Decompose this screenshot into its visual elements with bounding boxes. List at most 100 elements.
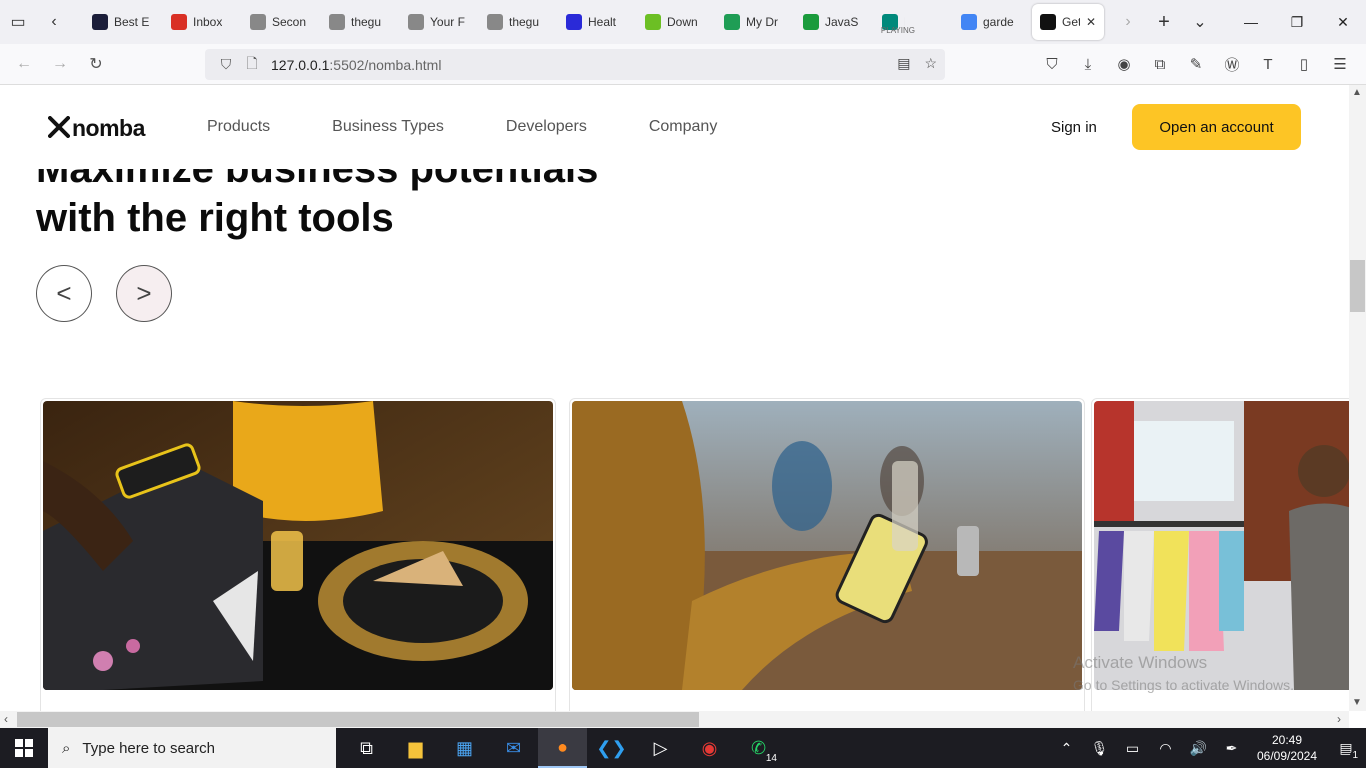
browser-tab[interactable]: Down: [637, 4, 716, 40]
taskbar-search-placeholder: Type here to search: [82, 739, 215, 757]
close-window-icon[interactable]: ✕: [1320, 14, 1366, 31]
scroll-right-icon[interactable]: ›: [1337, 712, 1341, 726]
nomba-x-icon: [48, 115, 70, 142]
pocket-icon[interactable]: ⛉: [1034, 48, 1070, 80]
browser-tab[interactable]: MeetPLAYING: [874, 4, 953, 40]
horizontal-scroll-thumb[interactable]: [17, 712, 699, 727]
tabs-scroll-left-icon[interactable]: ‹: [36, 4, 72, 40]
bookmark-star-icon[interactable]: ☆: [924, 55, 937, 72]
sign-in-link[interactable]: Sign in: [1051, 119, 1097, 136]
google-icon: [961, 14, 977, 30]
windows-taskbar: ⌕ Type here to search ⧉ ▆ ▦ ✉ ● ❮❯ ▷ ◉ ✆…: [0, 728, 1366, 768]
url-path: :5502/nomba.html: [329, 56, 442, 73]
close-tab-icon[interactable]: ✕: [1086, 15, 1096, 29]
clock[interactable]: 20:49 06/09/2024: [1248, 732, 1326, 764]
address-bar[interactable]: ⛉ 🗋 127.0.0.1:5502/nomba.html ▤ ☆: [205, 49, 945, 80]
menu-icon[interactable]: ☰: [1322, 48, 1358, 80]
browser-tab[interactable]: JavaS: [795, 4, 874, 40]
wifi-icon[interactable]: ◠: [1149, 740, 1182, 757]
carousel-prev-button[interactable]: <: [36, 265, 92, 322]
restore-icon[interactable]: ❐: [1274, 14, 1320, 31]
notifications-icon[interactable]: ▤ 1: [1326, 740, 1366, 761]
minimize-icon[interactable]: —: [1228, 14, 1274, 30]
notification-badge: 1: [1350, 749, 1360, 761]
taskbar-search[interactable]: ⌕ Type here to search: [48, 728, 336, 768]
store-icon[interactable]: ▦: [440, 728, 489, 768]
toolbar-icons: ⛉ ⤓ ◉ ⧉ ✎ Ⓦ T ▯ ☰: [1034, 48, 1358, 80]
battery-icon[interactable]: ▭: [1116, 740, 1149, 757]
text-extension-icon[interactable]: T: [1250, 48, 1286, 80]
new-tab-icon[interactable]: +: [1146, 4, 1182, 40]
vertical-scroll-thumb[interactable]: [1350, 260, 1365, 312]
browser-tab[interactable]: Best E: [84, 4, 163, 40]
horizontal-scrollbar[interactable]: ‹ ›: [0, 711, 1349, 728]
browser-tab[interactable]: My Dr: [716, 4, 795, 40]
carousel-card[interactable]: [569, 398, 1085, 711]
vertical-scrollbar[interactable]: ▲ ▼: [1349, 85, 1366, 711]
whatsapp-icon[interactable]: ✆ 14: [734, 728, 783, 768]
back-icon[interactable]: ←: [6, 46, 42, 82]
list-all-tabs-icon[interactable]: ⌄: [1182, 4, 1218, 40]
microphone-icon[interactable]: 🎙: [1083, 740, 1116, 757]
carousel-next-button[interactable]: >: [116, 265, 172, 322]
tray-chevron-icon[interactable]: ⌃: [1050, 740, 1083, 757]
task-view-icon[interactable]: ⧉: [342, 728, 391, 768]
record-icon[interactable]: ◉: [685, 728, 734, 768]
extensions-icon[interactable]: ⧉: [1142, 48, 1178, 80]
carousel-card[interactable]: [40, 398, 556, 711]
browser-tab-label: Healt: [588, 15, 617, 29]
circle-icon: [566, 14, 582, 30]
browser-tab-label: Secon: [272, 15, 307, 29]
scroll-up-icon[interactable]: ▲: [1352, 87, 1362, 98]
browser-tab[interactable]: Get ✕: [1032, 4, 1104, 40]
browser-tab[interactable]: garde: [953, 4, 1032, 40]
download-icon: [645, 14, 661, 30]
site-header: nomba Products Business Types Developers…: [0, 85, 1349, 169]
restaurant-payment-image: [43, 401, 553, 690]
nomba-icon: [1040, 14, 1056, 30]
volume-icon[interactable]: 🔊: [1182, 740, 1215, 757]
open-account-button[interactable]: Open an account: [1132, 104, 1301, 150]
firefox-icon[interactable]: ●: [538, 728, 587, 768]
scroll-left-icon[interactable]: ‹: [4, 712, 8, 726]
file-explorer-icon[interactable]: ▆: [391, 728, 440, 768]
watermark-subtitle: Go to Settings to activate Windows.: [1073, 677, 1294, 693]
page-info-icon[interactable]: 🗋: [239, 53, 265, 77]
media-player-icon[interactable]: ▷: [636, 728, 685, 768]
menu-company[interactable]: Company: [649, 118, 717, 136]
browser-tab[interactable]: Secon: [242, 4, 321, 40]
shield-icon[interactable]: ⛉: [213, 56, 239, 73]
pen-icon[interactable]: ✒: [1215, 740, 1248, 757]
browser-tab-label: Best E: [114, 15, 150, 29]
tabs-scroll-right-icon[interactable]: ›: [1110, 4, 1146, 40]
menu-business-types[interactable]: Business Types: [332, 118, 444, 136]
github-icon: [487, 14, 503, 30]
sidebar-icon[interactable]: ▯: [1286, 48, 1322, 80]
nomba-logo[interactable]: nomba: [48, 115, 145, 142]
browser-tab-bar: ▭ ‹ Best E Inbox Secon thegu Your F thegu Heal…: [0, 0, 1366, 44]
windows-start-icon[interactable]: [0, 728, 48, 768]
forward-icon[interactable]: →: [42, 46, 78, 82]
drive-icon: [724, 14, 740, 30]
reader-view-icon[interactable]: ▤: [897, 55, 910, 72]
downloads-icon[interactable]: ⤓: [1070, 48, 1106, 80]
vscode-icon[interactable]: ❮❯: [587, 728, 636, 768]
tab-overview-icon[interactable]: ▭: [0, 4, 36, 40]
browser-tab-label: thegu: [509, 15, 540, 29]
menu-products[interactable]: Products: [207, 118, 270, 136]
account-icon[interactable]: ◉: [1106, 48, 1142, 80]
browser-tab[interactable]: thegu: [479, 4, 558, 40]
scroll-down-icon[interactable]: ▼: [1352, 697, 1362, 708]
reload-icon[interactable]: ↻: [78, 46, 114, 82]
watermark-title: Activate Windows: [1073, 653, 1208, 672]
mail-icon[interactable]: ✉: [489, 728, 538, 768]
wordpress-icon[interactable]: Ⓦ: [1214, 48, 1250, 80]
browser-tab-label: garde: [983, 15, 1014, 29]
browser-tab[interactable]: Healt: [558, 4, 637, 40]
menu-developers[interactable]: Developers: [506, 118, 587, 136]
browser-tab[interactable]: Your F: [400, 4, 479, 40]
browser-tab[interactable]: Inbox: [163, 4, 242, 40]
browser-tab[interactable]: thegu: [321, 4, 400, 40]
window-controls: — ❐ ✕: [1228, 0, 1366, 44]
eyedropper-icon[interactable]: ✎: [1178, 48, 1214, 80]
